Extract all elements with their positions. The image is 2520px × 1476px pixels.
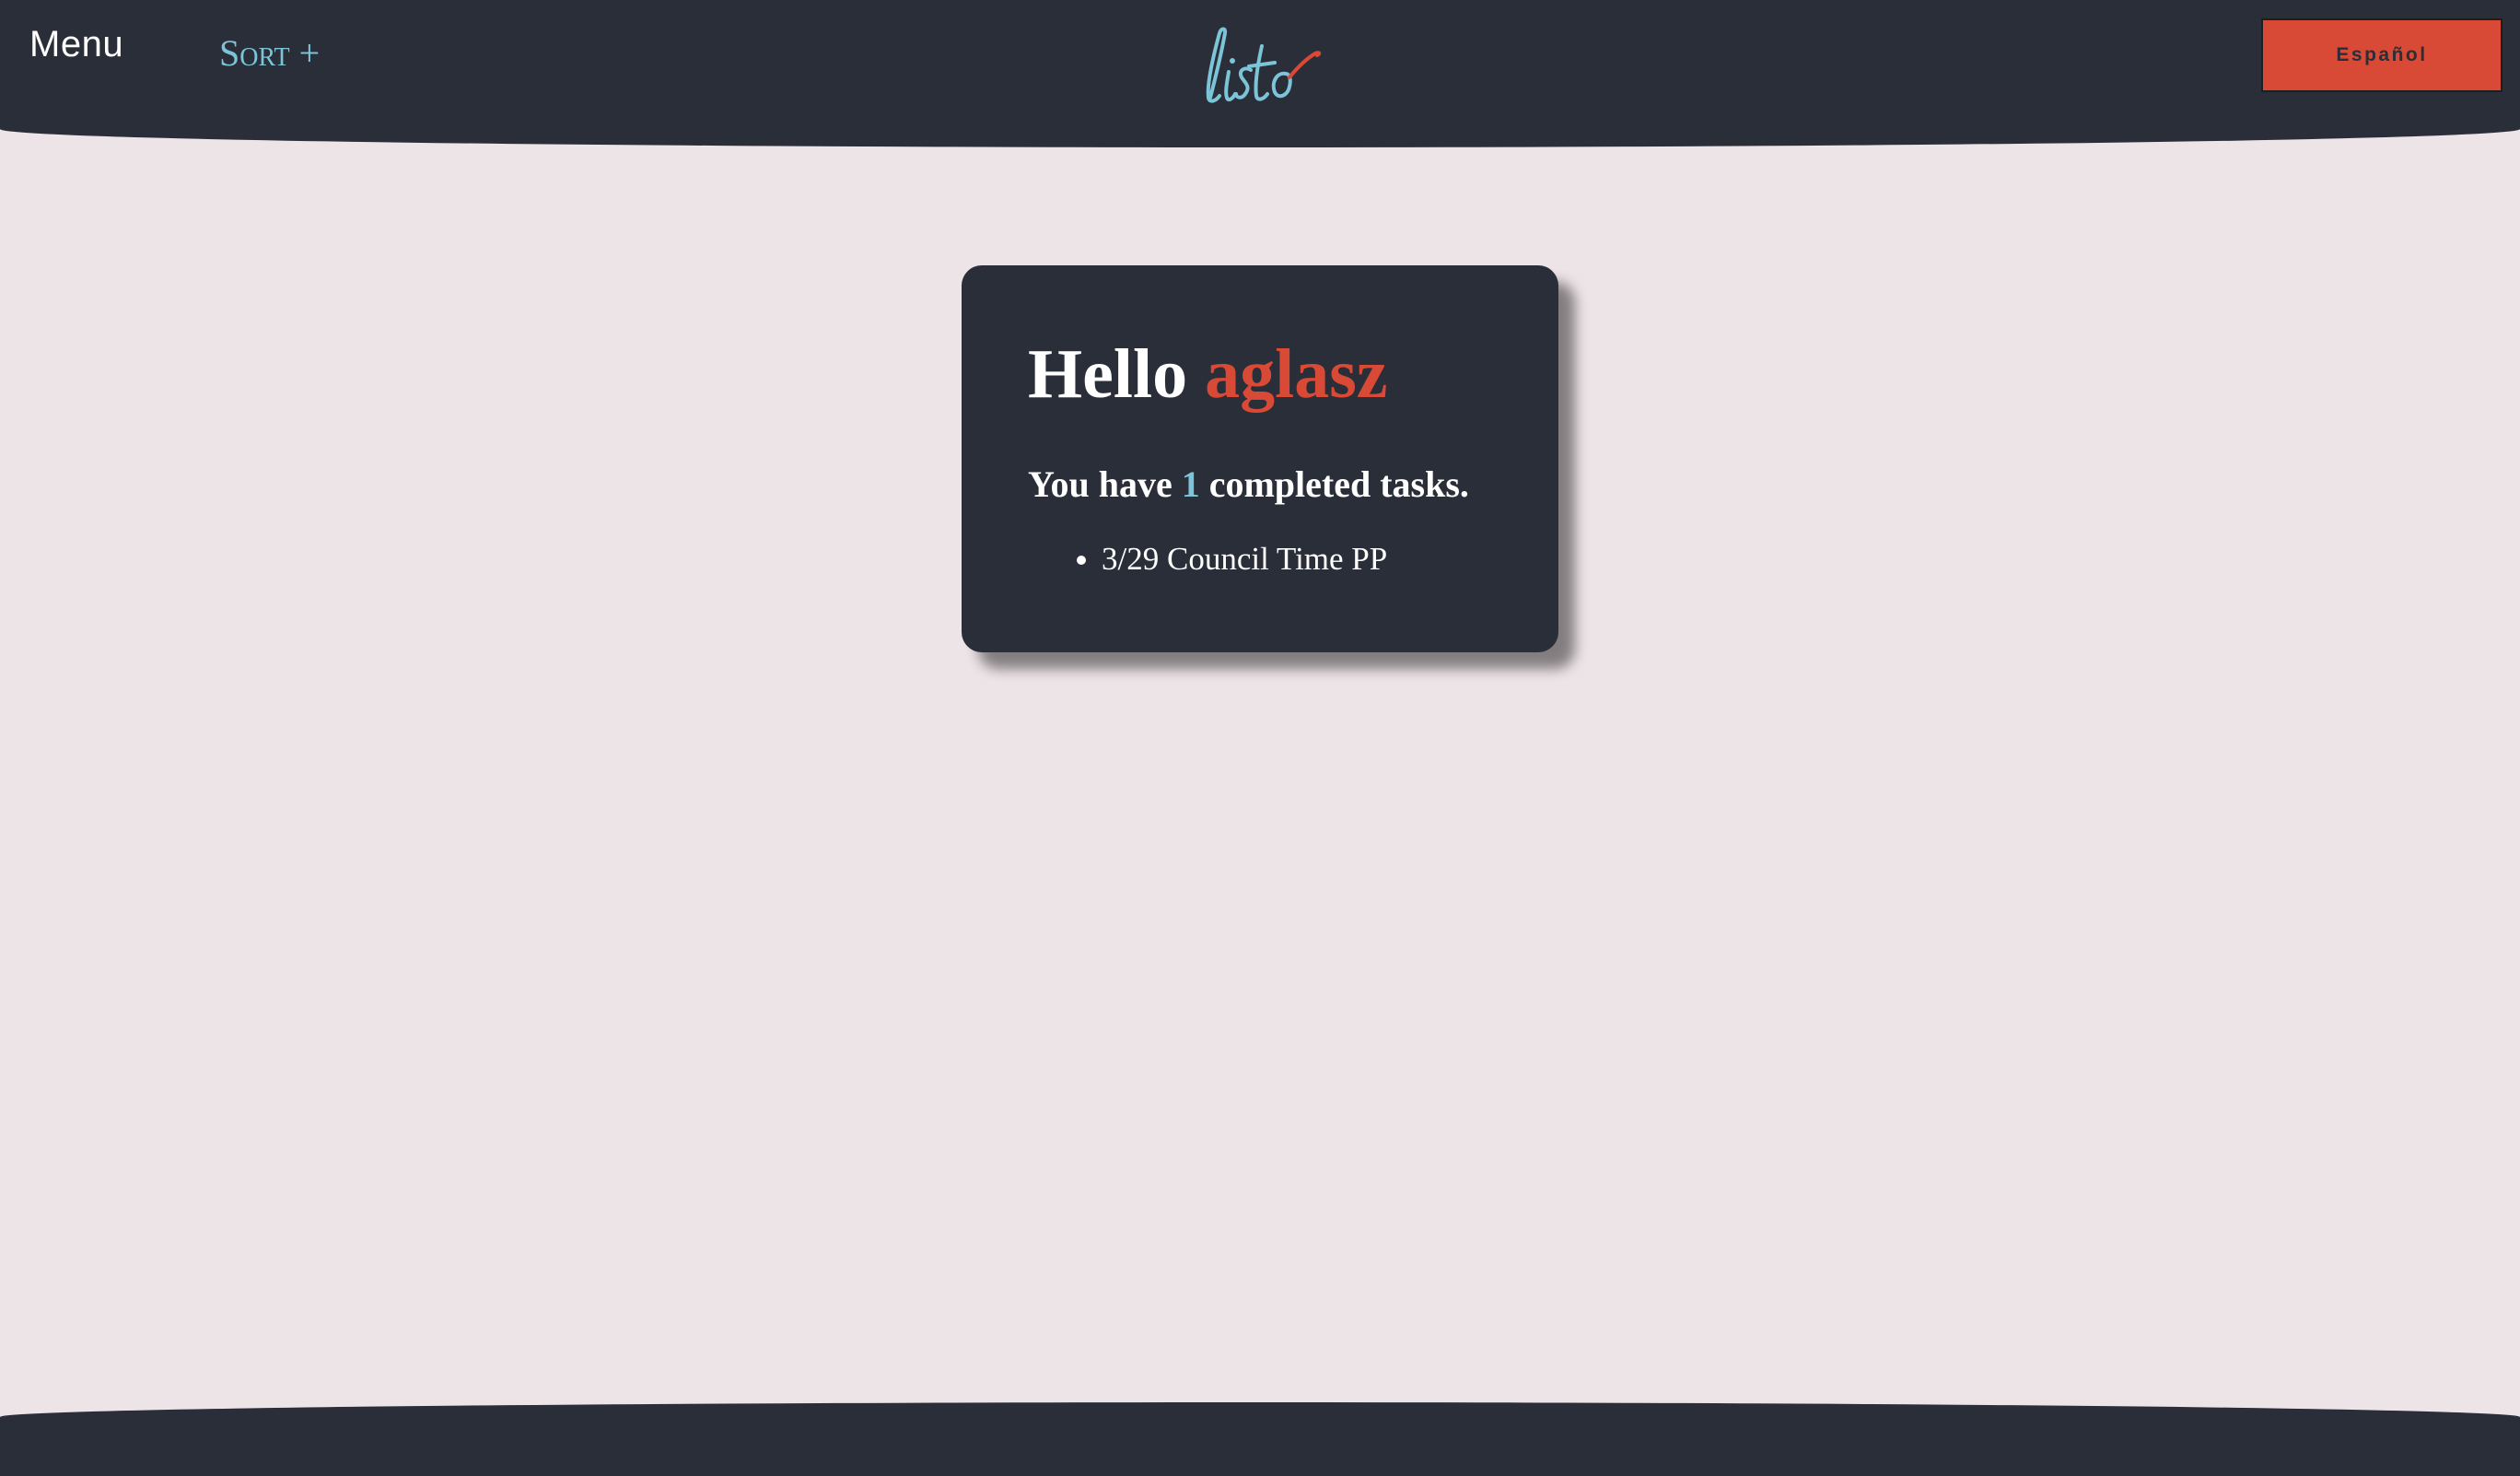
language-toggle-button[interactable]: Español (2261, 18, 2502, 92)
top-navbar: Menu Sort + Español (0, 0, 2520, 147)
sort-link[interactable]: Sort + (219, 31, 320, 75)
greeting-prefix: Hello (1028, 335, 1188, 413)
username: aglasz (1205, 335, 1388, 413)
completed-count: 1 (1181, 463, 1200, 505)
greeting-heading: Hello aglasz (1028, 339, 1388, 409)
completed-tasks-card: Hello aglasz You have 1 completed tasks.… (962, 265, 1558, 652)
summary-prefix: You have (1028, 463, 1172, 505)
listo-logo[interactable] (1197, 26, 1326, 109)
footer (0, 1402, 2520, 1476)
menu-link[interactable]: Menu (29, 24, 123, 65)
completed-task-item: 3/29 Council Time PP (1102, 540, 1387, 579)
completed-task-list: 3/29 Council Time PP (1028, 540, 1387, 579)
summary-suffix: completed tasks. (1208, 463, 1469, 505)
completed-summary: You have 1 completed tasks. (1028, 466, 1469, 503)
